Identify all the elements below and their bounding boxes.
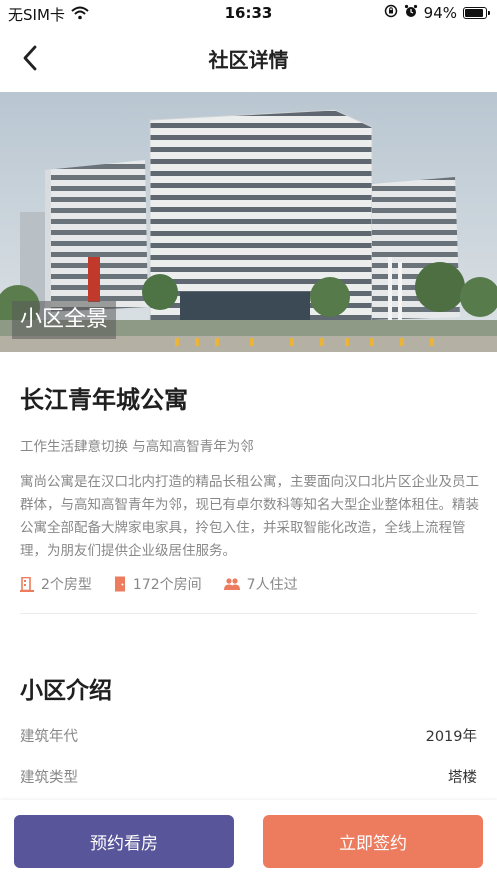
page-title: 社区详情 xyxy=(208,48,289,72)
orientation-lock-icon xyxy=(384,4,398,22)
battery-icon xyxy=(463,7,490,19)
bottom-action-bar: 预约看房 立即签约 xyxy=(0,800,497,883)
people-icon xyxy=(223,578,240,590)
hero-image[interactable]: 小区全景 xyxy=(0,92,497,352)
stat-residents: 7人住过 xyxy=(223,574,298,594)
info-row-build-year: 建筑年代 2019年 xyxy=(20,725,477,746)
community-tagline: 工作生活肆意切换 与高知高智青年为邻 xyxy=(20,439,254,455)
info-row-build-type: 建筑类型 塔楼 xyxy=(20,766,477,787)
book-viewing-button[interactable]: 预约看房 xyxy=(14,815,234,868)
stat-label: 7人住过 xyxy=(246,577,298,593)
info-value: 2019年 xyxy=(425,729,477,745)
status-right: 94% xyxy=(384,4,490,22)
back-button[interactable] xyxy=(12,40,48,76)
intro-title: 小区介绍 xyxy=(20,678,112,704)
info-value: 塔楼 xyxy=(448,770,477,786)
battery-percent: 94% xyxy=(423,4,457,22)
community-name: 长江青年城公寓 xyxy=(20,386,188,414)
nav-bar: 社区详情 xyxy=(0,26,497,92)
stat-rooms: 172个房间 xyxy=(114,574,202,594)
community-description: 寓尚公寓是在汉口北内打造的精品长租公寓，主要面向汉口北片区企业及员工群体，与高知… xyxy=(20,474,479,559)
stat-label: 172个房间 xyxy=(132,577,202,593)
status-bar: 无SIM卡 16:33 94% xyxy=(0,0,497,26)
alarm-icon xyxy=(404,4,418,22)
building-icon xyxy=(20,576,34,592)
door-icon xyxy=(114,576,125,592)
stats-row: 2个房型 172个房间 7人住过 xyxy=(20,574,298,594)
info-label: 建筑年代 xyxy=(20,729,78,745)
chevron-left-icon xyxy=(23,45,37,71)
stat-label: 2个房型 xyxy=(41,577,92,593)
stat-room-types: 2个房型 xyxy=(20,574,92,594)
info-label: 建筑类型 xyxy=(20,770,78,786)
divider xyxy=(20,613,477,614)
sign-now-button[interactable]: 立即签约 xyxy=(263,815,483,868)
hero-caption: 小区全景 xyxy=(12,301,117,339)
